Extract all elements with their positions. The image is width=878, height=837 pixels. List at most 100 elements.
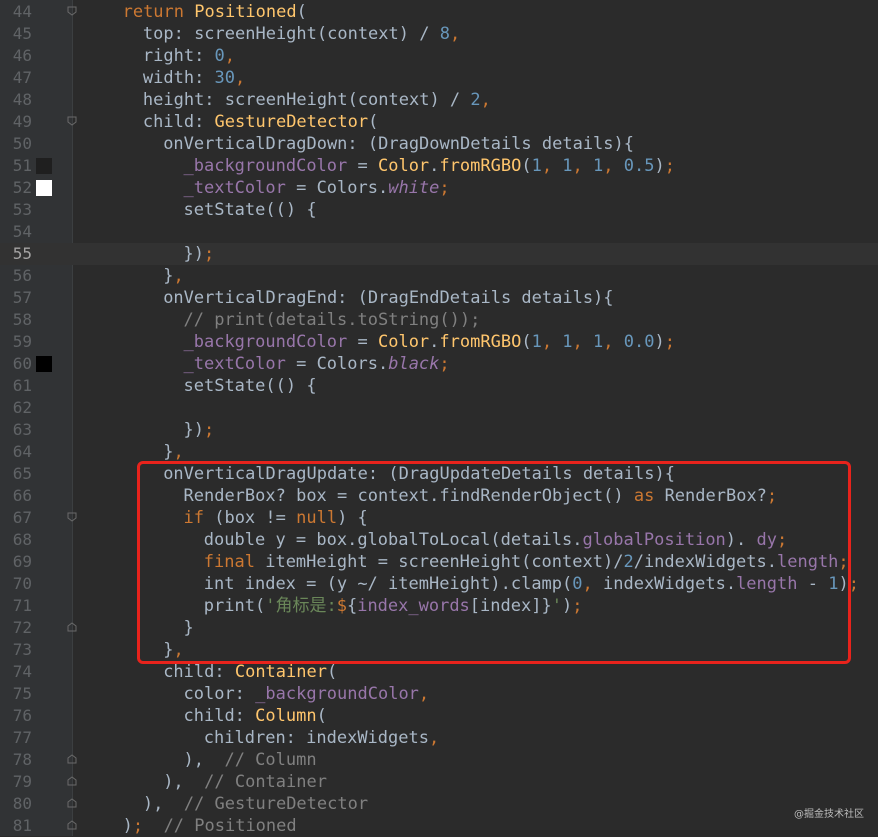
code-line[interactable]: 62 [0,397,878,419]
code-text[interactable]: child: Column( [184,705,327,727]
code-text[interactable]: width: 30, [143,67,245,89]
code-line[interactable]: 54 [0,221,878,243]
code-text[interactable]: }, [163,265,184,287]
line-number[interactable]: 71 [0,595,32,617]
line-number[interactable]: 51 [0,155,32,177]
line-number[interactable]: 49 [0,111,32,133]
code-line[interactable]: 76 child: Column( [0,705,878,727]
code-line[interactable]: 53 setState(() { [0,199,878,221]
line-number[interactable]: 45 [0,23,32,45]
code-line[interactable]: 47 width: 30, [0,67,878,89]
code-editor[interactable]: 44 return Positioned( 45 top: screenHeight(… [0,0,878,836]
fold-marker-icon[interactable] [67,776,77,786]
code-text[interactable]: color: _backgroundColor, [184,683,430,705]
fold-marker-icon[interactable] [67,820,77,830]
code-text[interactable]: children: indexWidgets, [204,727,439,749]
code-line[interactable]: 63}); [0,419,878,441]
code-line[interactable]: 59 _backgroundColor = Color.fromRGBO(1, 1… [0,331,878,353]
code-line[interactable]: 56}, [0,265,878,287]
line-number[interactable]: 76 [0,705,32,727]
code-line[interactable]: 75 color: _backgroundColor, [0,683,878,705]
code-text[interactable]: ), // GestureDetector [143,793,368,815]
code-text[interactable]: setState(() { [184,199,317,221]
line-number[interactable]: 78 [0,749,32,771]
line-number[interactable]: 68 [0,529,32,551]
fold-marker-icon[interactable] [67,622,77,632]
code-line[interactable]: 77 children: indexWidgets, [0,727,878,749]
code-line[interactable]: 80 ), // GestureDetector [0,793,878,815]
color-swatch-icon[interactable] [36,180,52,196]
line-number[interactable]: 54 [0,221,32,243]
line-number[interactable]: 63 [0,419,32,441]
line-number[interactable]: 61 [0,375,32,397]
code-text[interactable]: onVerticalDragDown: (DragDownDetails det… [163,133,634,155]
code-text[interactable]: }, [163,441,184,463]
code-line[interactable]: 49 child: GestureDetector( [0,111,878,133]
code-text[interactable]: child: GestureDetector( [143,111,378,133]
line-number[interactable]: 77 [0,727,32,749]
line-number[interactable]: 55 [0,243,32,265]
code-line[interactable]: 57 onVerticalDragEnd: (DragEndDetails det… [0,287,878,309]
line-number[interactable]: 67 [0,507,32,529]
code-text[interactable]: // print(details.toString()); [184,309,481,331]
line-number[interactable]: 70 [0,573,32,595]
code-line[interactable]: 51 _backgroundColor = Color.fromRGBO(1, 1… [0,155,878,177]
line-number[interactable]: 65 [0,463,32,485]
code-line[interactable]: 58 // print(details.toString()); [0,309,878,331]
code-line[interactable]: 74 child: Container( [0,661,878,683]
code-text[interactable]: child: Container( [163,661,337,683]
code-text[interactable]: _backgroundColor = Color.fromRGBO(1, 1, … [184,331,675,353]
code-text[interactable]: setState(() { [184,375,317,397]
fold-marker-icon[interactable] [67,798,77,808]
line-number[interactable]: 79 [0,771,32,793]
line-number[interactable]: 52 [0,177,32,199]
line-number[interactable]: 46 [0,45,32,67]
fold-marker-icon[interactable] [67,6,77,16]
line-number[interactable]: 53 [0,199,32,221]
line-number[interactable]: 58 [0,309,32,331]
code-line[interactable]: 52 _textColor = Colors.white; [0,177,878,199]
line-number[interactable]: 72 [0,617,32,639]
code-text[interactable]: _textColor = Colors.black; [184,353,450,375]
line-number[interactable]: 75 [0,683,32,705]
code-text[interactable]: return Positioned( [123,1,307,23]
line-number[interactable]: 81 [0,815,32,837]
code-line[interactable]: 60 _textColor = Colors.black; [0,353,878,375]
code-text[interactable]: height: screenHeight(context) / 2, [143,89,491,111]
code-line[interactable]: 64}, [0,441,878,463]
line-number[interactable]: 80 [0,793,32,815]
code-line[interactable]: 81 ); // Positioned [0,815,878,837]
code-text[interactable]: _textColor = Colors.white; [184,177,450,199]
code-line[interactable]: 48 height: screenHeight(context) / 2, [0,89,878,111]
code-text[interactable]: ); // Positioned [123,815,297,837]
fold-marker-icon[interactable] [67,754,77,764]
code-text[interactable]: _backgroundColor = Color.fromRGBO(1, 1, … [184,155,675,177]
line-number[interactable]: 74 [0,661,32,683]
line-number[interactable]: 59 [0,331,32,353]
line-number[interactable]: 47 [0,67,32,89]
code-text[interactable]: }); [184,243,215,265]
line-number[interactable]: 48 [0,89,32,111]
line-number[interactable]: 60 [0,353,32,375]
code-text[interactable]: onVerticalDragEnd: (DragEndDetails detai… [163,287,613,309]
code-line[interactable]: 44 return Positioned( [0,1,878,23]
code-text[interactable]: }); [184,419,215,441]
line-number[interactable]: 44 [0,1,32,23]
code-text[interactable]: top: screenHeight(context) / 8, [143,23,460,45]
code-text[interactable]: ), // Container [163,771,327,793]
line-number[interactable]: 69 [0,551,32,573]
code-text[interactable]: right: 0, [143,45,235,67]
line-number[interactable]: 73 [0,639,32,661]
line-number[interactable]: 57 [0,287,32,309]
code-line[interactable]: 46 right: 0, [0,45,878,67]
line-number[interactable]: 50 [0,133,32,155]
line-number[interactable]: 66 [0,485,32,507]
color-swatch-icon[interactable] [36,356,52,372]
fold-marker-icon[interactable] [67,512,77,522]
code-line[interactable]: 45 top: screenHeight(context) / 8, [0,23,878,45]
code-line[interactable]: 79 ), // Container [0,771,878,793]
code-line[interactable]: 55}); [0,243,878,265]
code-line[interactable]: 61 setState(() { [0,375,878,397]
code-text[interactable]: ), // Column [184,749,317,771]
fold-marker-icon[interactable] [67,116,77,126]
